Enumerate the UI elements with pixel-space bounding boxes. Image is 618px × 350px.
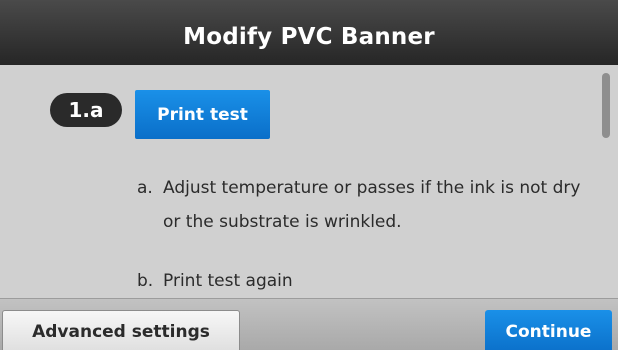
instruction-marker: b.: [137, 271, 154, 291]
step-badge: 1.a: [50, 93, 122, 127]
instruction-text: Adjust temperature or passes if the ink …: [163, 178, 581, 232]
scrollbar-thumb[interactable]: [602, 73, 610, 138]
title-bar: Modify PVC Banner: [0, 0, 618, 65]
advanced-settings-button[interactable]: Advanced settings: [2, 310, 240, 350]
instruction-b: b. Print test again: [137, 264, 603, 298]
content-panel[interactable]: 1.a Print test a. Adjust temperature or p…: [0, 65, 618, 298]
instruction-a: a. Adjust temperature or passes if the in…: [137, 171, 603, 239]
instruction-marker: a.: [137, 178, 153, 198]
footer-bar: Advanced settings Continue: [0, 298, 618, 350]
printer-screen: Modify PVC Banner 1.a Print test a. Adjus…: [0, 0, 618, 350]
print-test-button[interactable]: Print test: [135, 90, 270, 139]
instruction-text: Print test again: [163, 271, 293, 291]
continue-button[interactable]: Continue: [485, 310, 612, 350]
page-title: Modify PVC Banner: [183, 23, 435, 50]
